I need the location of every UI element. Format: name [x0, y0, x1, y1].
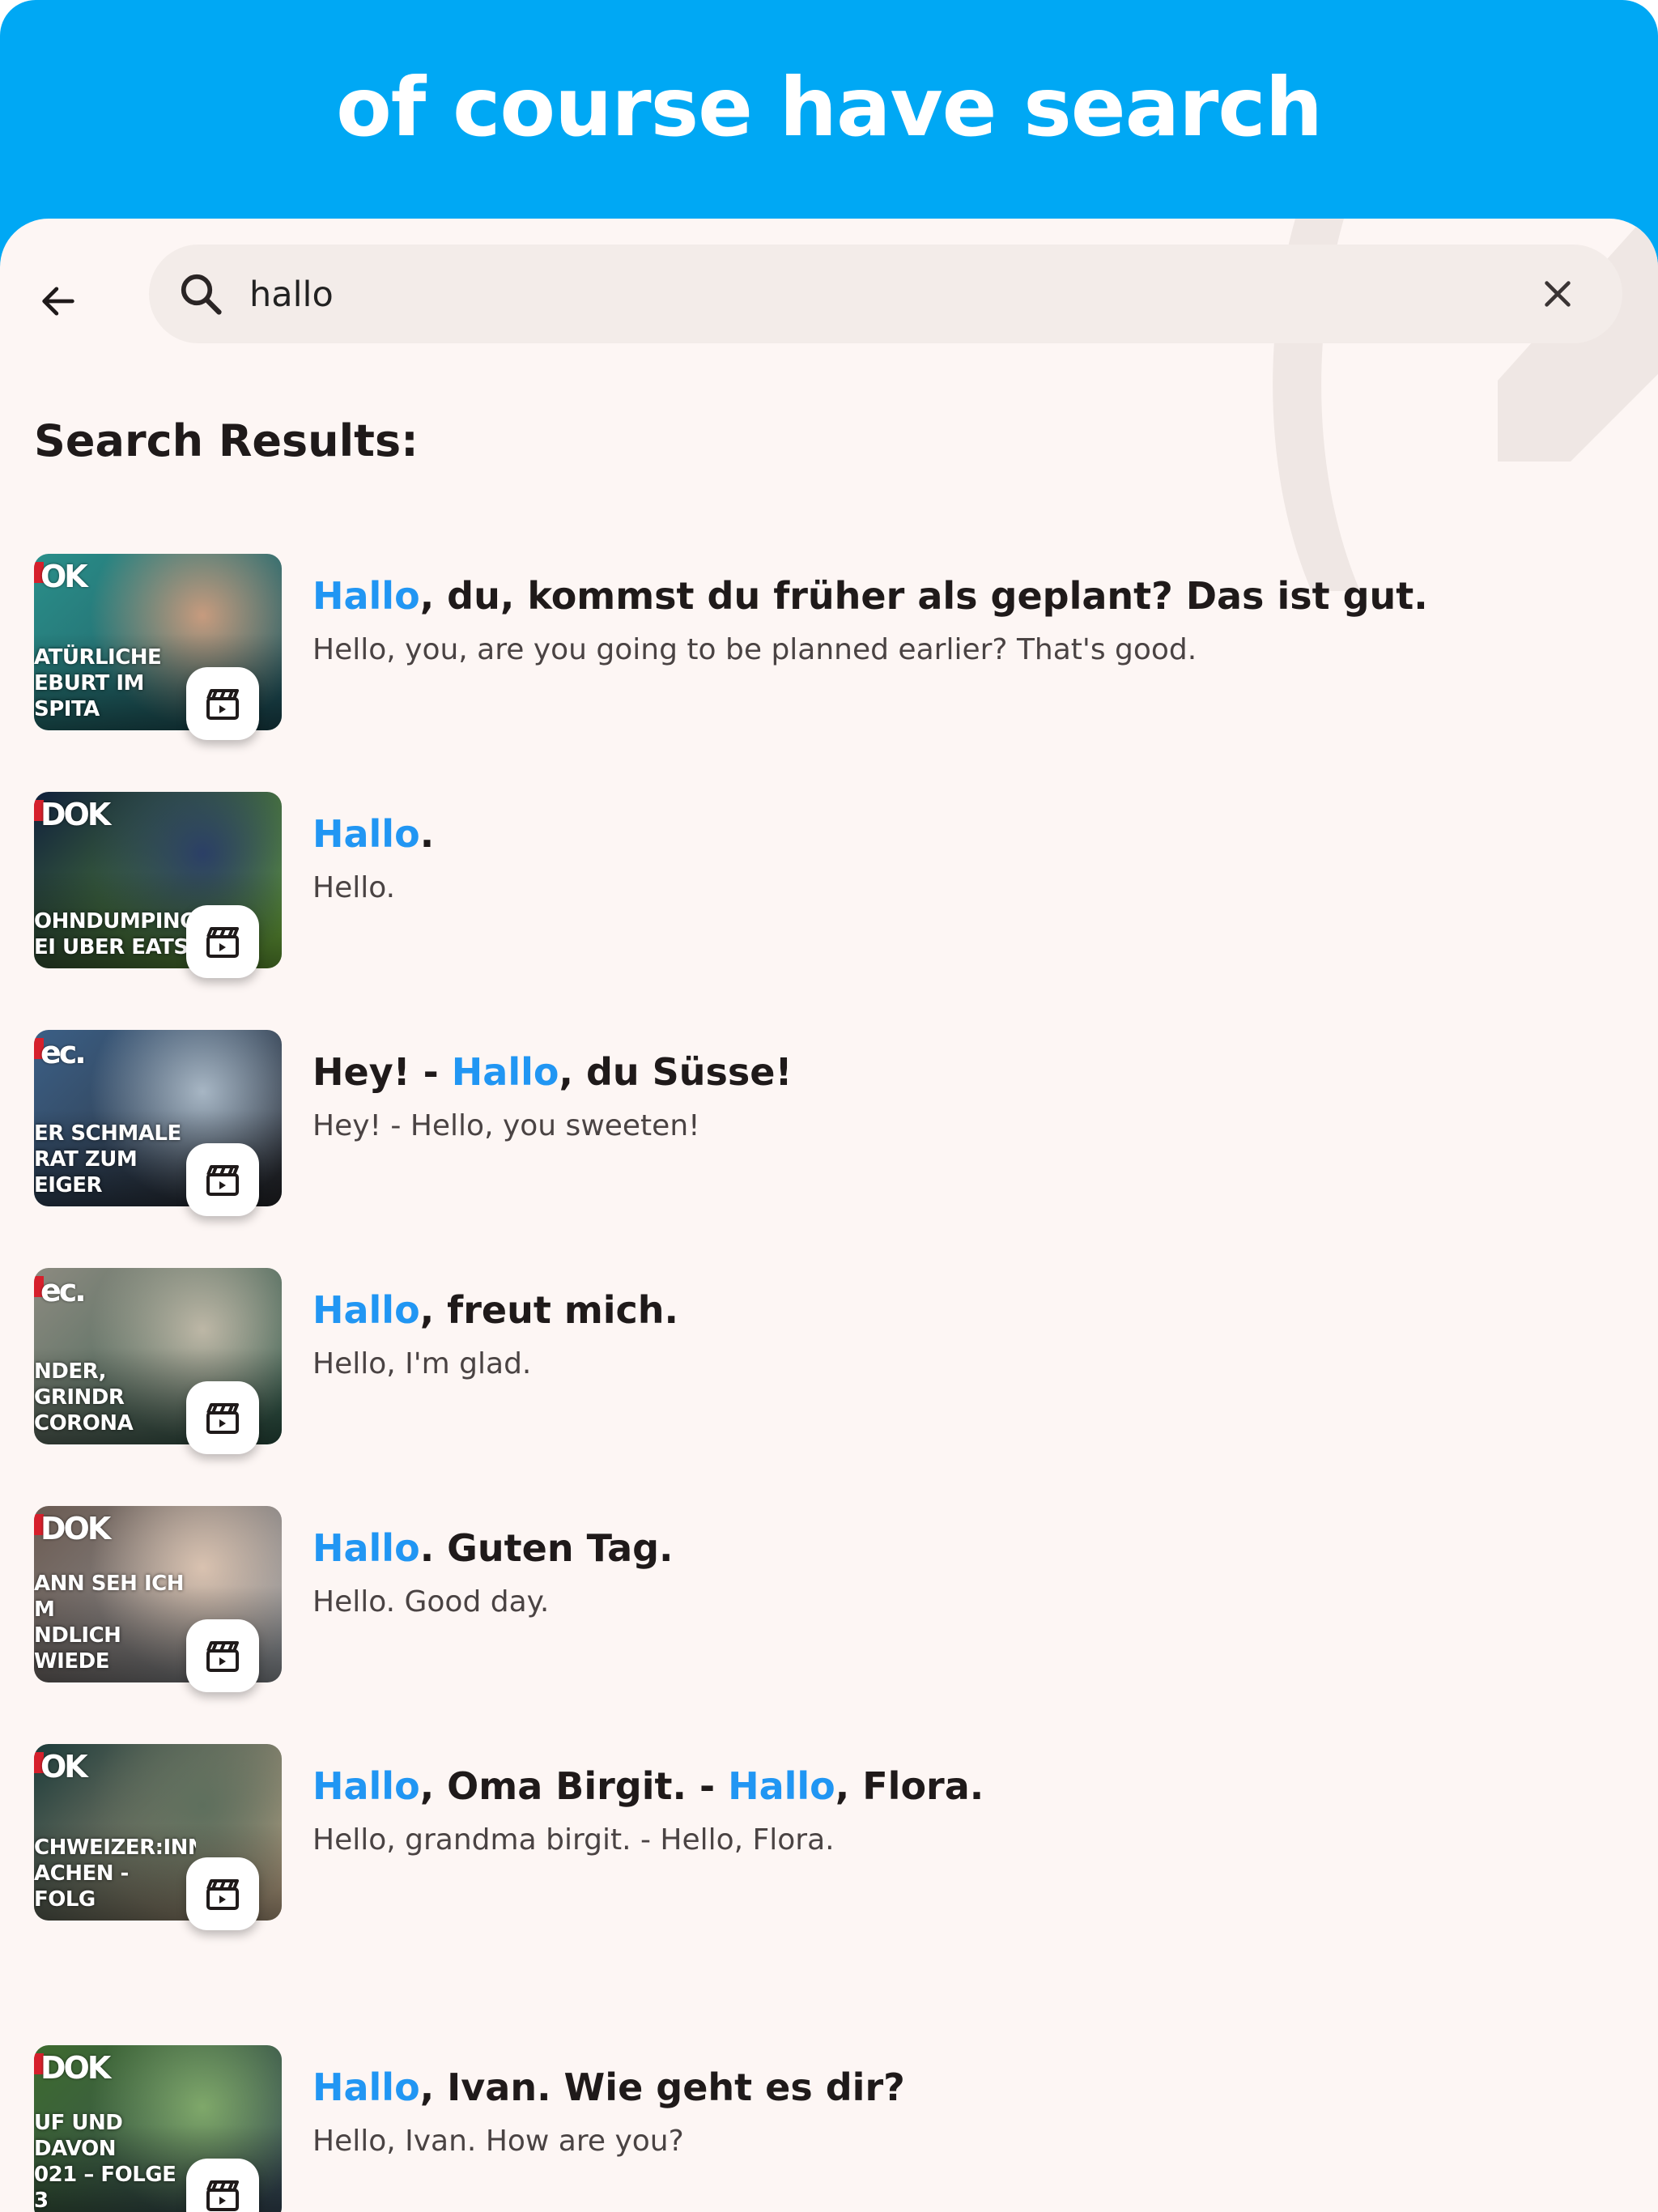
search-result-item[interactable]: DOK UF UND DAVON 021 – FOLGE 3 Hallo, Ivan… [0, 2045, 1658, 2212]
result-sentence: Hey! - Hallo, du Süsse! [312, 1046, 1624, 1098]
thumbnail-brand: ec. [40, 1035, 87, 1070]
result-translation: Hello, I'm glad. [312, 1347, 532, 1380]
search-screen: Search Results: OK ATÜRLICHE EBURT IM SPI… [0, 219, 1658, 2212]
result-translation: Hello. Good day. [312, 1585, 550, 1619]
result-sentence: Hallo, freut mich. [312, 1284, 1624, 1336]
play-clip-button[interactable] [186, 905, 259, 978]
play-clip-button[interactable] [186, 1143, 259, 1216]
play-clip-button[interactable] [186, 1381, 259, 1454]
sentence-text: Hey! - [312, 1050, 452, 1094]
search-result-item[interactable]: ec. ER SCHMALE RAT ZUM EIGER Hey! - Hallo,… [0, 1030, 1658, 1240]
search-input[interactable] [248, 262, 1514, 327]
play-clip-button[interactable] [186, 2159, 259, 2212]
screen: of course have search Search Results: [0, 0, 1658, 2212]
search-result-item[interactable]: DOK ANN SEH ICH M NDLICH WIEDE Hallo. Gute… [0, 1506, 1658, 1716]
thumbnail-caption: ANN SEH ICH M NDLICH WIEDE [34, 1572, 185, 1674]
result-sentence: Hallo. [312, 808, 1624, 860]
thumbnail-caption: NDER, GRINDR CORONA [34, 1359, 134, 1436]
clapperboard-icon [206, 1403, 239, 1434]
sentence-text: , Flora. [835, 1764, 984, 1808]
search-match-highlight: Hallo [451, 1050, 559, 1094]
play-clip-button[interactable] [186, 1619, 259, 1692]
result-sentence: Hallo, Ivan. Wie geht es dir? [312, 2061, 1624, 2113]
thumbnail-caption: ATÜRLICHE EBURT IM SPITA [34, 645, 162, 721]
result-translation: Hello, Ivan. How are you? [312, 2125, 684, 2158]
search-icon [181, 274, 222, 315]
results-heading: Search Results: [34, 415, 419, 466]
sentence-text: , du Süsse! [559, 1050, 793, 1094]
play-clip-button[interactable] [186, 1857, 259, 1930]
result-translation: Hey! - Hello, you sweeten! [312, 1109, 700, 1142]
search-result-item[interactable]: ec. NDER, GRINDR CORONA Hallo, freut mich.… [0, 1268, 1658, 1478]
banner-title: of course have search [336, 60, 1323, 155]
search-match-highlight: Hallo [312, 1526, 420, 1570]
thumbnail-brand: DOK [40, 1511, 111, 1546]
result-sentence: Hallo, Oma Birgit. - Hallo, Flora. [312, 1760, 1624, 1812]
search-match-highlight: Hallo [312, 812, 420, 856]
search-match-highlight: Hallo [312, 1764, 420, 1808]
clapperboard-icon [206, 2180, 239, 2211]
result-translation: Hello, grandma birgit. - Hello, Flora. [312, 1823, 835, 1857]
search-bar[interactable] [149, 245, 1622, 343]
thumbnail-brand: DOK [40, 797, 111, 832]
search-match-highlight: Hallo [312, 1288, 420, 1332]
thumbnail-brand: DOK [40, 2050, 111, 2086]
search-result-item[interactable]: OK CHWEIZER:INN ACHEN - FOLG Hallo, Oma Bi… [0, 1744, 1658, 1955]
sentence-text: , du, kommst du früher als geplant? Das … [419, 574, 1428, 618]
clapperboard-icon [206, 1879, 239, 1910]
clapperboard-icon [206, 1641, 239, 1672]
search-match-highlight: Hallo [312, 574, 420, 618]
thumbnail-brand: OK [40, 1749, 88, 1784]
thumbnail-brand: OK [40, 559, 88, 594]
search-result-item[interactable]: OK ATÜRLICHE EBURT IM SPITA Hallo, du, kom… [0, 554, 1658, 764]
search-match-highlight: Hallo [728, 1764, 835, 1808]
sentence-text: . [419, 812, 435, 856]
thumbnail-caption: CHWEIZER:INN ACHEN - FOLG [34, 1836, 196, 1912]
sentence-text: . Guten Tag. [419, 1526, 674, 1570]
thumbnail-caption: ER SCHMALE RAT ZUM EIGER [34, 1121, 181, 1197]
clapperboard-icon [206, 689, 239, 720]
sentence-text: , freut mich. [419, 1288, 679, 1332]
arrow-left-icon [42, 287, 74, 316]
result-translation: Hello. [312, 871, 396, 904]
search-result-item[interactable]: DOK OHNDUMPING EI UBER EATS Hallo. Hello. [0, 792, 1658, 1002]
result-sentence: Hallo. Guten Tag. [312, 1522, 1624, 1574]
thumbnail-brand: ec. [40, 1273, 87, 1308]
thumbnail-caption: OHNDUMPING EI UBER EATS [34, 909, 196, 959]
result-sentence: Hallo, du, kommst du früher als geplant?… [312, 570, 1624, 622]
clapperboard-icon [206, 1165, 239, 1196]
result-translation: Hello, you, are you going to be planned … [312, 633, 1197, 666]
thumbnail-caption: UF UND DAVON 021 – FOLGE 3 [34, 2111, 176, 2212]
play-clip-button[interactable] [186, 667, 259, 740]
close-icon [1545, 281, 1571, 307]
search-match-highlight: Hallo [312, 2065, 420, 2109]
clapperboard-icon [206, 927, 239, 958]
back-button[interactable] [24, 267, 92, 335]
sentence-text: , Oma Birgit. - [419, 1764, 729, 1808]
clear-search-button[interactable] [1533, 270, 1582, 318]
sentence-text: , Ivan. Wie geht es dir? [419, 2065, 905, 2109]
